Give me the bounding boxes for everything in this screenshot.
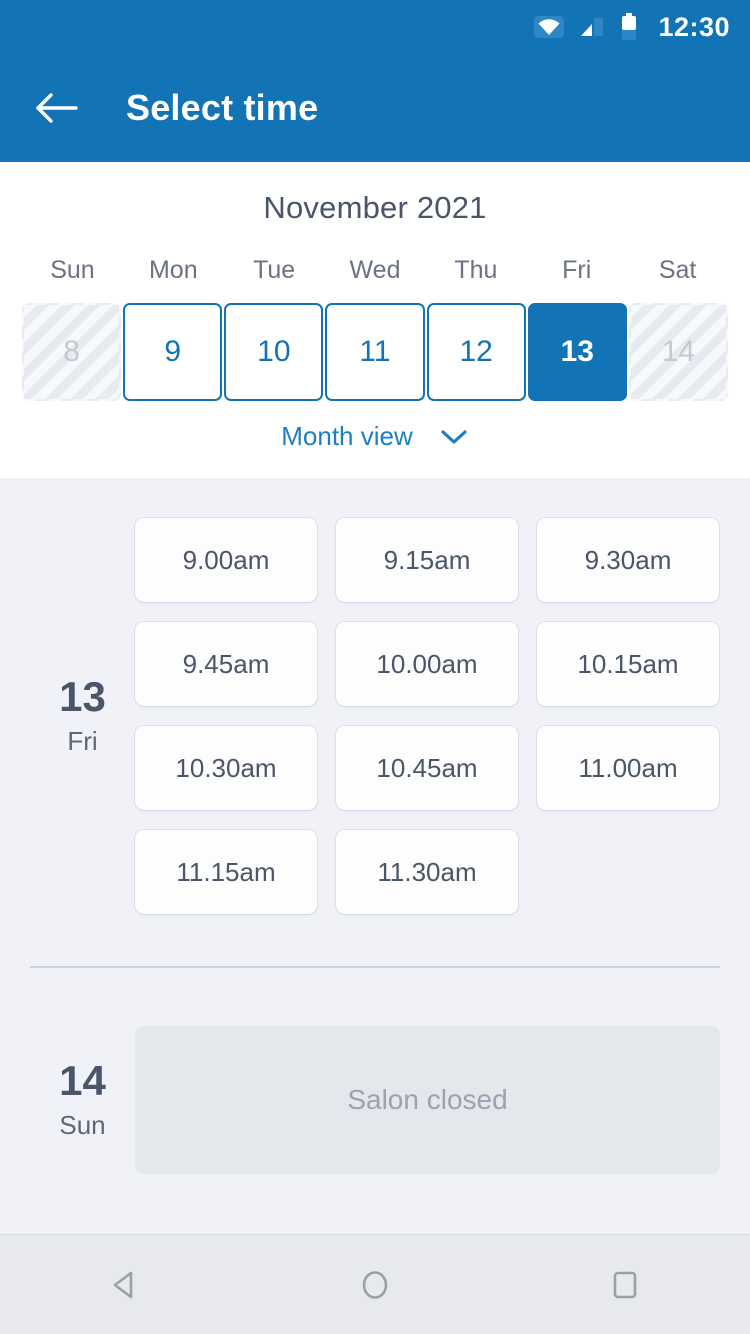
weekday-label: Mon	[148, 256, 198, 284]
status-bar: 12:30	[0, 0, 750, 54]
time-slot[interactable]: 9.00am	[135, 518, 317, 602]
time-slot[interactable]: 10.30am	[135, 726, 317, 810]
section-divider	[30, 966, 720, 968]
nav-back-triangle-icon[interactable]	[80, 1250, 170, 1320]
time-slot[interactable]: 11.00am	[537, 726, 719, 810]
time-slot[interactable]: 9.30am	[537, 518, 719, 602]
day-number: 13	[59, 673, 106, 721]
day-cell-9[interactable]: 9	[123, 303, 223, 401]
time-slots-grid: 9.00am 9.15am 9.30am 9.45am 10.00am 10.1…	[135, 518, 720, 914]
time-slot[interactable]: 11.30am	[336, 830, 518, 914]
month-view-toggle[interactable]: Month view	[281, 421, 469, 452]
chevron-down-icon	[439, 428, 469, 446]
time-slot[interactable]: 10.45am	[336, 726, 518, 810]
day-cell-12[interactable]: 12	[426, 303, 526, 401]
battery-icon	[620, 13, 638, 41]
time-slot[interactable]: 10.00am	[336, 622, 518, 706]
nav-home-circle-icon[interactable]	[330, 1250, 420, 1320]
salon-closed-panel: Salon closed	[135, 1026, 720, 1174]
day-of-week: Fri	[67, 725, 98, 756]
day-label-column: 13 Fri	[30, 518, 135, 914]
day-cell-8: 8	[22, 303, 121, 401]
weekday-label: Thu	[454, 256, 498, 284]
signal-icon	[578, 15, 606, 39]
android-nav-bar	[0, 1234, 750, 1334]
month-title: November 2021	[263, 190, 487, 225]
week-days-row: 8 9 10 11 12 13 14	[0, 303, 750, 401]
month-view-label: Month view	[281, 421, 413, 451]
wifi-icon	[534, 15, 565, 39]
weekday-label: Wed	[349, 256, 401, 284]
day-block-13: 13 Fri 9.00am 9.15am 9.30am 9.45am 10.00…	[0, 478, 750, 914]
day-block-14: 14 Sun Salon closed	[0, 1026, 750, 1174]
day-cell-10[interactable]: 10	[224, 303, 324, 401]
schedule-area: 13 Fri 9.00am 9.15am 9.30am 9.45am 10.00…	[0, 478, 750, 1234]
app-bar: Select time	[0, 54, 750, 162]
weekday-label: Fri	[562, 256, 592, 284]
day-label-column: 14 Sun	[30, 1026, 135, 1174]
weekday-label: Tue	[253, 256, 296, 284]
status-time: 12:30	[658, 11, 730, 42]
day-number: 14	[59, 1057, 106, 1105]
weekday-header-row: Sun Mon Tue Wed Thu Fri Sat	[0, 256, 750, 285]
weekday-label: Sun	[50, 256, 95, 284]
day-cell-11[interactable]: 11	[325, 303, 425, 401]
weekday-label: Sat	[658, 256, 697, 284]
day-of-week: Sun	[59, 1109, 106, 1140]
back-arrow-icon[interactable]	[32, 84, 80, 132]
mobile-screen: 12:30 Select time November 2021 Sun Mon …	[0, 0, 750, 1334]
day-cell-14: 14	[629, 303, 728, 401]
time-slot[interactable]: 11.15am	[135, 830, 317, 914]
time-slot[interactable]: 9.45am	[135, 622, 317, 706]
page-title: Select time	[126, 87, 319, 128]
time-slot[interactable]: 10.15am	[537, 622, 719, 706]
calendar-panel: November 2021 Sun Mon Tue Wed Thu Fri Sa…	[0, 162, 750, 478]
nav-recents-square-icon[interactable]	[580, 1250, 670, 1320]
day-cell-13[interactable]: 13	[527, 303, 627, 401]
time-slot[interactable]: 9.15am	[336, 518, 518, 602]
